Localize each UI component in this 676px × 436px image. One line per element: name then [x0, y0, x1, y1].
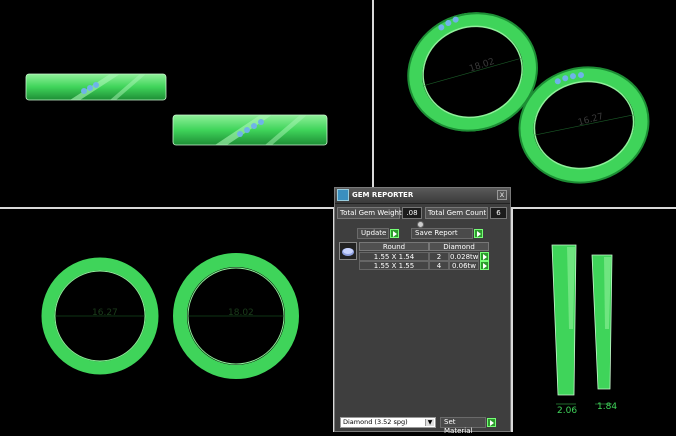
ring-profile-svg: 2.06 1.84	[551, 244, 617, 416]
column-header-round: Round	[359, 242, 429, 251]
total-count-value: 6	[490, 207, 507, 219]
gem-reporter-panel: GEM REPORTER x Total Gem Weight .08 Tota…	[334, 187, 511, 435]
gem-thumbnail	[339, 242, 357, 260]
dimension-label: 1.84	[597, 402, 617, 412]
save-report-button[interactable]	[474, 229, 483, 238]
row-select-button[interactable]	[480, 252, 489, 261]
row-select-button[interactable]	[480, 261, 489, 270]
dimension-label: 18.02	[228, 308, 254, 318]
table-row-size: 1.55 X 1.54	[359, 252, 429, 261]
viewport-top-right[interactable]: 18.02 16.27	[374, 0, 676, 207]
material-select[interactable]: Diamond (3.52 spg) ▼	[340, 417, 436, 428]
dimension-label: 2.06	[557, 406, 577, 416]
ring-front-view-svg: 16.27 18.02	[41, 253, 299, 379]
ring-side-view-svg	[25, 73, 328, 146]
chevron-down-icon[interactable]: ▼	[425, 419, 434, 426]
dimension-label: 18.02	[468, 57, 496, 74]
column-header-diamond: Diamond	[429, 242, 489, 251]
ring-band-upper	[25, 73, 167, 101]
update-button[interactable]	[390, 229, 399, 238]
ring-front-left: 16.27	[41, 257, 159, 375]
set-material-button[interactable]	[487, 418, 496, 427]
viewport-bottom-right[interactable]: 2.06 1.84	[513, 209, 676, 432]
dimension-label: 16.27	[92, 308, 118, 318]
ring-perspective-svg: 18.02 16.27	[407, 12, 650, 184]
table-row-count: 2	[429, 252, 449, 261]
panel-titlebar[interactable]: GEM REPORTER x	[335, 188, 510, 204]
table-row-weight: 0.028tw	[449, 252, 479, 261]
ring-front-right: 18.02	[173, 253, 299, 379]
panel-slider-knob[interactable]	[417, 221, 424, 228]
dimension-label: 16.27	[577, 112, 604, 128]
total-count-label: Total Gem Count	[425, 207, 488, 219]
close-button[interactable]: x	[497, 190, 507, 200]
panel-title: GEM REPORTER	[352, 191, 414, 199]
material-select-value: Diamond (3.52 spg)	[343, 418, 408, 426]
table-row-size: 1.55 X 1.55	[359, 261, 429, 270]
viewport-divider-vertical-bottom-right[interactable]	[511, 209, 513, 432]
table-row-weight: 0.06tw	[449, 261, 479, 270]
ring-band-lower	[172, 114, 328, 146]
viewport-bottom-left[interactable]: 16.27 18.02	[0, 209, 333, 432]
update-button-label[interactable]: Update	[357, 228, 389, 239]
ring-profile-right: 1.84	[591, 254, 617, 412]
gem-icon	[337, 189, 349, 201]
set-material-button-label[interactable]: Set Material	[440, 417, 486, 435]
table-row-count: 4	[429, 261, 449, 270]
total-weight-label: Total Gem Weight	[337, 207, 402, 219]
total-weight-value: .08	[402, 207, 422, 219]
save-report-button-label[interactable]: Save Report	[411, 228, 473, 239]
viewport-divider-vertical-top[interactable]	[372, 0, 374, 207]
ring-profile-left: 2.06	[551, 244, 577, 416]
viewport-top-left[interactable]	[0, 0, 372, 207]
